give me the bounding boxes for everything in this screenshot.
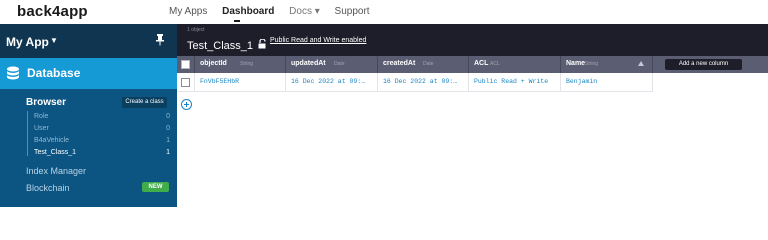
table-header: objectId String updatedAt Date createdAt… — [177, 56, 768, 73]
pin-icon[interactable] — [155, 33, 165, 51]
select-all-cell — [177, 56, 195, 73]
class-header: 1 object Test_Class_1 Public Read and Wr… — [177, 24, 768, 56]
sort-arrow-icon[interactable] — [638, 61, 644, 66]
nav-docs[interactable]: Docs ▾ — [289, 6, 320, 17]
nav-active-indicator — [234, 20, 240, 22]
cell-value: 16 Dec 2022 at 09:… — [291, 78, 366, 85]
cell-value: FnVbF5EHbR — [200, 78, 240, 85]
brand-logo[interactable]: back4app — [17, 3, 88, 20]
class-name: User — [34, 125, 49, 132]
column-name: objectId — [200, 60, 227, 67]
unlock-icon[interactable] — [258, 36, 267, 54]
cell-value: 16 Dec 2022 at 09:… — [383, 78, 458, 85]
column-header[interactable]: createdAt Date — [377, 56, 469, 73]
column-type: ACL — [490, 61, 500, 67]
caret-down-icon: ▼ — [50, 36, 58, 45]
row-checkbox[interactable] — [181, 78, 190, 87]
nav-links: My Apps Dashboard Docs ▾ Support — [169, 6, 382, 17]
class-count: 1 — [166, 149, 170, 156]
nav-support[interactable]: Support — [335, 6, 370, 17]
class-name: B4aVehicle — [34, 137, 70, 144]
column-type: Date — [423, 61, 434, 67]
class-count: 1 — [166, 137, 170, 144]
row-select-cell — [177, 73, 195, 92]
table-cell[interactable]: Benjamin — [560, 73, 653, 92]
table-cell[interactable]: Public Read + Write — [468, 73, 561, 92]
table-cell[interactable]: 16 Dec 2022 at 09:… — [285, 73, 378, 92]
sidebar-item-class[interactable]: Role 0 — [34, 113, 170, 125]
column-header[interactable]: objectId String — [194, 56, 286, 73]
sidebar-item-class-active[interactable]: Test_Class_1 1 — [34, 149, 170, 161]
column-name: ACL — [474, 60, 489, 67]
class-name: Test_Class_1 — [34, 149, 77, 156]
nav-my-apps[interactable]: My Apps — [169, 6, 207, 17]
app-name: My App — [6, 35, 49, 49]
sidebar: My App ▼ Database Browser Create a class… — [0, 24, 177, 207]
database-label: Database — [27, 66, 81, 80]
table-cell[interactable]: FnVbF5EHbR — [194, 73, 286, 92]
class-count: 0 — [166, 113, 170, 120]
top-nav: back4app My Apps Dashboard Docs ▾ Suppor… — [0, 0, 768, 24]
class-name: Role — [34, 113, 49, 120]
nav-dashboard[interactable]: Dashboard — [222, 6, 274, 17]
permissions-link[interactable]: Public Read and Write enabled — [270, 37, 366, 44]
object-count: 1 object — [187, 27, 205, 33]
cell-value: Benjamin — [566, 78, 598, 85]
page-title: Test_Class_1 — [187, 40, 254, 52]
cell-value: Public Read + Write — [474, 78, 549, 85]
sidebar-item-class[interactable]: User 0 — [34, 125, 170, 137]
column-type: String — [240, 61, 254, 67]
column-name: Name — [566, 60, 586, 67]
column-header[interactable]: updatedAt Date — [285, 56, 378, 73]
database-icon — [6, 66, 20, 86]
new-badge: NEW — [142, 182, 169, 192]
sidebar-item-database[interactable]: Database — [0, 58, 177, 89]
browser-label[interactable]: Browser — [26, 97, 66, 108]
create-class-button[interactable]: Create a class — [122, 97, 167, 108]
select-all-checkbox[interactable] — [181, 60, 190, 69]
add-column-button[interactable]: Add a new column — [665, 59, 742, 70]
sidebar-item-blockchain[interactable]: Blockchain — [26, 183, 70, 193]
column-name: createdAt — [383, 60, 416, 67]
table-cell[interactable]: 16 Dec 2022 at 09:… — [377, 73, 469, 92]
column-type: String — [585, 61, 599, 67]
sidebar-item-class[interactable]: B4aVehicle 1 — [34, 137, 170, 149]
column-header[interactable]: ACL ACL — [468, 56, 561, 73]
tree-line — [27, 111, 28, 156]
class-count: 0 — [166, 125, 170, 132]
column-type: Date — [334, 61, 345, 67]
sidebar-item-index-manager[interactable]: Index Manager — [26, 166, 86, 176]
app-selector[interactable]: My App ▼ — [0, 24, 177, 58]
add-row-icon[interactable] — [181, 99, 192, 110]
column-name: updatedAt — [291, 60, 326, 67]
table-row[interactable]: FnVbF5EHbR 16 Dec 2022 at 09:… 16 Dec 20… — [177, 73, 768, 92]
